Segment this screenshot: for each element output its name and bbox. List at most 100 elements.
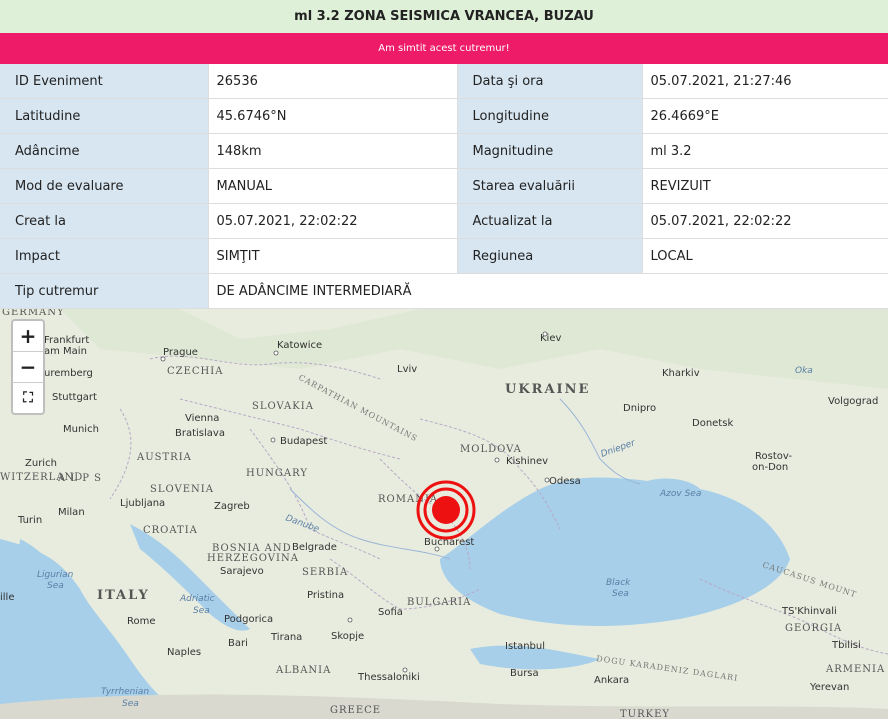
longitude-value: 26.4669°E (642, 98, 888, 134)
city-podgorica: Podgorica (224, 614, 273, 625)
table-row: Adâncime 148km Magnitudine ml 3.2 (0, 133, 888, 169)
eval-mode-value: MANUAL (208, 168, 458, 204)
sea-tyrrhenian-2: Sea (122, 699, 139, 709)
sea-black-2: Sea (612, 589, 629, 599)
map-zoom-controls: + − ⛶ (11, 319, 45, 415)
label-alps: A L P S (57, 473, 102, 484)
region-label: Regiunea (457, 238, 643, 274)
datetime-label: Data şi ora (457, 64, 643, 99)
city-vienna: Vienna (185, 413, 219, 424)
epicenter-map[interactable]: GERMANY Frankfurt am Main uremberg Stutt… (0, 309, 888, 719)
zoom-in-button[interactable]: + (13, 321, 43, 352)
label-greece: GREECE (330, 705, 381, 716)
city-rome: Rome (127, 616, 156, 627)
label-serbia: SERBIA (302, 567, 348, 578)
table-row: Tip cutremur DE ADÂNCIME INTERMEDIARĂ (0, 273, 888, 309)
city-zagreb: Zagreb (214, 501, 250, 512)
city-milan: Milan (58, 507, 85, 518)
city-bratislava: Bratislava (175, 428, 225, 439)
label-italy: ITALY (97, 588, 150, 603)
label-czechia: CZECHIA (167, 366, 223, 377)
label-bulgaria: BULGARIA (407, 597, 471, 608)
table-row: Impact SIMŢIT Regiunea LOCAL (0, 238, 888, 274)
river-oka: Oka (795, 366, 813, 376)
city-ljubljana: Ljubljana (120, 498, 165, 509)
sea-adriatic-1: Adriatic (179, 594, 215, 604)
sea-ligurian-2: Sea (47, 581, 64, 591)
sea-tyrrhenian-1: Tyrrhenian (101, 687, 149, 697)
sea-black-1: Black (606, 578, 631, 588)
city-tskhinvali: TS'Khinvali (781, 606, 837, 617)
sea-azov: Azov Sea (659, 489, 701, 499)
city-yerevan: Yerevan (809, 682, 849, 693)
depth-label: Adâncime (0, 133, 209, 169)
eval-state-label: Starea evaluării (457, 168, 643, 204)
label-croatia: CROATIA (143, 525, 198, 536)
updated-value: 05.07.2021, 22:02:22 (642, 203, 888, 239)
label-moldova: MOLDOVA (460, 444, 522, 455)
impact-value: SIMŢIT (208, 238, 458, 274)
depth-value: 148km (208, 133, 458, 169)
felt-report-button[interactable]: Am simtit acest cutremur! (0, 33, 888, 64)
event-title: ml 3.2 ZONA SEISMICA VRANCEA, BUZAU (0, 0, 888, 34)
city-thessaloniki: Thessaloniki (357, 672, 420, 683)
city-turin: Turin (17, 515, 42, 526)
table-row: Mod de evaluare MANUAL Starea evaluării … (0, 168, 888, 204)
epicenter-marker[interactable] (416, 480, 476, 540)
label-austria: AUSTRIA (136, 452, 192, 463)
sea-ligurian-1: Ligurian (37, 570, 74, 580)
city-nuremberg: uremberg (44, 368, 93, 379)
fullscreen-icon[interactable]: ⛶ (13, 383, 43, 413)
city-munich: Munich (63, 424, 99, 435)
map-canvas[interactable]: GERMANY Frankfurt am Main uremberg Stutt… (0, 309, 888, 719)
city-istanbul: Istanbul (505, 641, 545, 652)
eval-mode-label: Mod de evaluare (0, 168, 209, 204)
event-id-label: ID Eveniment (0, 64, 209, 99)
city-am-main: am Main (44, 346, 87, 357)
city-pristina: Pristina (307, 590, 344, 601)
label-armenia: ARMENIA (825, 664, 885, 675)
label-ukraine: UKRAINE (505, 382, 590, 397)
label-germany: GERMANY (2, 309, 65, 318)
label-georgia: GEORGIA (785, 623, 842, 634)
label-hungary: HUNGARY (246, 468, 308, 479)
city-bursa: Bursa (510, 668, 539, 679)
city-skopje: Skopje (331, 631, 364, 642)
magnitude-label: Magnitudine (457, 133, 643, 169)
city-rostov: Rostov- (755, 451, 793, 462)
city-bari: Bari (228, 638, 248, 649)
city-sofia: Sofia (378, 607, 403, 618)
event-details-table: ID Eveniment 26536 Data şi ora 05.07.202… (0, 64, 888, 309)
city-kishinev: Kishinev (506, 456, 548, 467)
zoom-out-button[interactable]: − (13, 352, 43, 383)
city-kharkiv: Kharkiv (662, 368, 700, 379)
longitude-label: Longitudine (457, 98, 643, 134)
city-naples: Naples (167, 647, 201, 658)
latitude-label: Latitudine (0, 98, 209, 134)
city-dnipro: Dnipro (623, 403, 656, 414)
city-budapest: Budapest (280, 436, 327, 447)
latitude-value: 45.6746°N (208, 98, 458, 134)
updated-label: Actualizat la (457, 203, 643, 239)
city-zurich: Zurich (25, 458, 57, 469)
city-odesa: Odesa (549, 476, 581, 487)
city-donetsk: Donetsk (692, 418, 733, 429)
created-value: 05.07.2021, 22:02:22 (208, 203, 458, 239)
magnitude-value: ml 3.2 (642, 133, 888, 169)
label-bosnia-2: HERZEGOVINA (207, 553, 299, 564)
city-volgograd: Volgograd (828, 396, 878, 407)
city-belgrade: Belgrade (292, 542, 337, 553)
city-tbilisi: Tbilisi (831, 640, 861, 651)
city-prague: Prague (163, 347, 198, 358)
city-sarajevo: Sarajevo (220, 566, 264, 577)
label-albania: ALBANIA (275, 665, 331, 676)
label-slovakia: SLOVAKIA (252, 401, 314, 412)
type-label: Tip cutremur (0, 273, 209, 309)
table-row: ID Eveniment 26536 Data şi ora 05.07.202… (0, 64, 888, 99)
city-tirana: Tirana (270, 632, 302, 643)
eval-state-value: REVIZUIT (642, 168, 888, 204)
label-turkey: TURKEY (620, 709, 670, 719)
table-row: Creat la 05.07.2021, 22:02:22 Actualizat… (0, 203, 888, 239)
event-id-value: 26536 (208, 64, 458, 99)
type-value: DE ADÂNCIME INTERMEDIARĂ (208, 273, 888, 309)
